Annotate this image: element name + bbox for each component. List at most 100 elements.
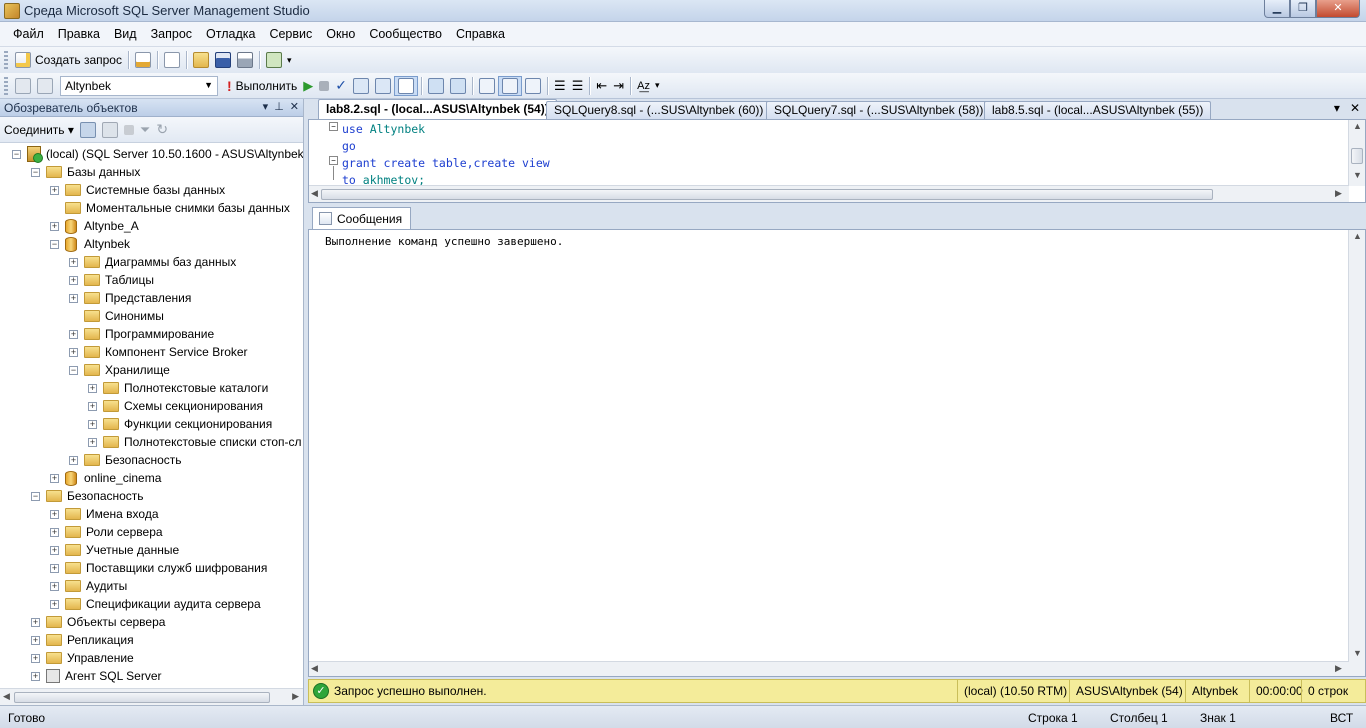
results-hscrollbar[interactable]: ◀ ▶ [309, 661, 1349, 676]
expand-icon[interactable]: + [88, 401, 97, 411]
increase-indent-button[interactable]: ⇥ [610, 76, 627, 96]
toolbar-overflow-icon[interactable]: ▾ [287, 55, 292, 66]
menu-file[interactable]: Файл [6, 23, 51, 45]
tab-list-icon[interactable]: ▾ [1334, 101, 1340, 115]
expand-icon[interactable]: + [69, 257, 78, 267]
results-text-button[interactable] [476, 76, 498, 96]
scroll-left-icon[interactable]: ◀ [3, 691, 10, 702]
expand-icon[interactable]: + [50, 599, 59, 609]
save-button[interactable] [212, 50, 234, 70]
expand-icon[interactable]: + [50, 527, 59, 537]
expand-icon[interactable]: + [50, 473, 59, 483]
pin-icon[interactable]: ⊥ [274, 100, 284, 113]
refresh-icon[interactable]: ↻ [156, 121, 168, 138]
specify-values-button[interactable]: A͟z [634, 76, 653, 96]
editor-hscrollbar[interactable]: ◀ ▶ [309, 185, 1349, 202]
menu-query[interactable]: Запрос [144, 23, 199, 45]
tree-node[interactable]: + Аудиты [50, 577, 127, 595]
collapse-icon[interactable]: − [50, 239, 59, 249]
dropdown-icon[interactable]: ▾ [263, 100, 269, 113]
tree-node[interactable]: Моментальные снимки базы данных [50, 199, 290, 217]
tree-node[interactable]: + Altynbe_A [50, 217, 139, 235]
client-stats-button[interactable] [447, 76, 469, 96]
activity-monitor-button[interactable] [263, 50, 285, 70]
tree-node[interactable]: + Полнотекстовые списки стоп-сл [88, 433, 302, 451]
filter-icon[interactable]: ⏷ [140, 122, 150, 138]
expand-icon[interactable]: + [69, 275, 78, 285]
tree-node[interactable]: − Altynbek [50, 235, 130, 253]
expand-icon[interactable]: + [88, 419, 97, 429]
stop-icon[interactable] [123, 124, 134, 135]
tree-node[interactable]: + Спецификации аудита сервера [50, 595, 261, 613]
tree-node[interactable]: + Таблицы [69, 271, 154, 289]
scroll-right-icon[interactable]: ▶ [1335, 663, 1342, 674]
tab-sqlquery8[interactable]: SQLQuery8.sql - (...SUS\Altynbek (60)) [546, 101, 772, 119]
scroll-thumb[interactable] [321, 189, 1213, 200]
tree-node[interactable]: − Безопасность [31, 487, 144, 505]
tree-node[interactable]: + Управление [31, 649, 134, 667]
tree-node[interactable]: + Безопасность [69, 451, 182, 469]
disconnect-icon[interactable] [101, 121, 118, 138]
expand-icon[interactable]: + [69, 455, 78, 465]
tree-node[interactable]: − (local) (SQL Server 10.50.1600 - ASUS\A… [12, 145, 303, 163]
open-file-button[interactable] [190, 50, 212, 70]
tree-node[interactable]: + Диаграммы баз данных [69, 253, 236, 271]
tree-node[interactable]: + Полнотекстовые каталоги [88, 379, 268, 397]
messages-body[interactable]: Выполнение команд успешно завершено. ▲ ▼… [308, 229, 1366, 677]
print-button[interactable] [234, 50, 256, 70]
collapse-icon[interactable]: − [329, 122, 338, 131]
scroll-up-icon[interactable]: ▲ [1353, 121, 1362, 131]
menu-edit[interactable]: Правка [51, 23, 107, 45]
menu-tools[interactable]: Сервис [262, 23, 319, 45]
results-grid-button[interactable] [498, 75, 523, 96]
tree-node[interactable]: − Хранилище [69, 361, 170, 379]
tree-node[interactable]: + Учетные данные [50, 541, 179, 559]
connect-dropdown[interactable]: Соединить ▾ [4, 123, 74, 137]
tree-node[interactable]: + Схемы секционирования [88, 397, 263, 415]
minimize-button[interactable]: ▁ [1264, 0, 1290, 18]
change-connection-button[interactable] [34, 76, 56, 96]
new-db-query-button[interactable] [132, 50, 154, 70]
expand-icon[interactable]: + [50, 545, 59, 555]
object-explorer-hscrollbar[interactable]: ◀ ▶ [0, 688, 303, 705]
toolbar-grip[interactable] [4, 51, 8, 69]
expand-icon[interactable]: + [50, 221, 59, 231]
tree-node[interactable]: + Репликация [31, 631, 134, 649]
tree-node[interactable]: Синонимы [69, 307, 164, 325]
close-icon[interactable]: ✕ [290, 100, 299, 113]
decrease-indent-button[interactable]: ⇤ [593, 76, 610, 96]
expand-icon[interactable]: + [31, 635, 40, 645]
scroll-thumb[interactable] [1351, 148, 1363, 164]
tree-node[interactable]: + Роли сервера [50, 523, 163, 541]
results-to-button[interactable] [394, 75, 419, 96]
expand-icon[interactable]: + [69, 329, 78, 339]
new-query-button[interactable]: Создать запрос [12, 50, 125, 70]
comment-button[interactable]: ☰ [551, 76, 569, 96]
menu-help[interactable]: Справка [449, 23, 512, 45]
results-vscrollbar[interactable]: ▲ ▼ [1348, 230, 1365, 676]
uncomment-button[interactable]: ☰ [569, 76, 587, 96]
toolbar-overflow-icon[interactable]: ▾ [655, 80, 660, 91]
tree-node[interactable]: + Представления [69, 289, 191, 307]
scroll-left-icon[interactable]: ◀ [311, 663, 318, 674]
tree-node[interactable]: − Базы данных [31, 163, 140, 181]
tab-lab8-2[interactable]: lab8.2.sql - (local...ASUS\Altynbek (54)… [318, 99, 557, 119]
execute-button[interactable]: ! Выполнить [224, 76, 300, 96]
cancel-query-button[interactable] [316, 76, 332, 96]
database-select[interactable]: Altynbek ▼ [60, 75, 218, 96]
expand-icon[interactable]: + [50, 509, 59, 519]
menu-debug[interactable]: Отладка [199, 23, 262, 45]
parse-button[interactable]: ✓ [332, 76, 350, 96]
tree-node[interactable]: + Объекты сервера [31, 613, 165, 631]
tab-sqlquery7[interactable]: SQLQuery7.sql - (...SUS\Altynbek (58)) [766, 101, 992, 119]
query-designer-button[interactable] [372, 76, 394, 96]
maximize-button[interactable]: ❐ [1290, 0, 1316, 18]
expand-icon[interactable]: + [50, 563, 59, 573]
scroll-down-icon[interactable]: ▼ [1353, 648, 1362, 658]
collapse-icon[interactable]: − [69, 365, 78, 375]
expand-icon[interactable]: + [31, 617, 40, 627]
close-button[interactable]: ✕ [1316, 0, 1360, 18]
scroll-right-icon[interactable]: ▶ [292, 691, 299, 702]
tab-messages[interactable]: Сообщения [312, 207, 412, 229]
collapse-icon[interactable]: − [31, 167, 40, 177]
